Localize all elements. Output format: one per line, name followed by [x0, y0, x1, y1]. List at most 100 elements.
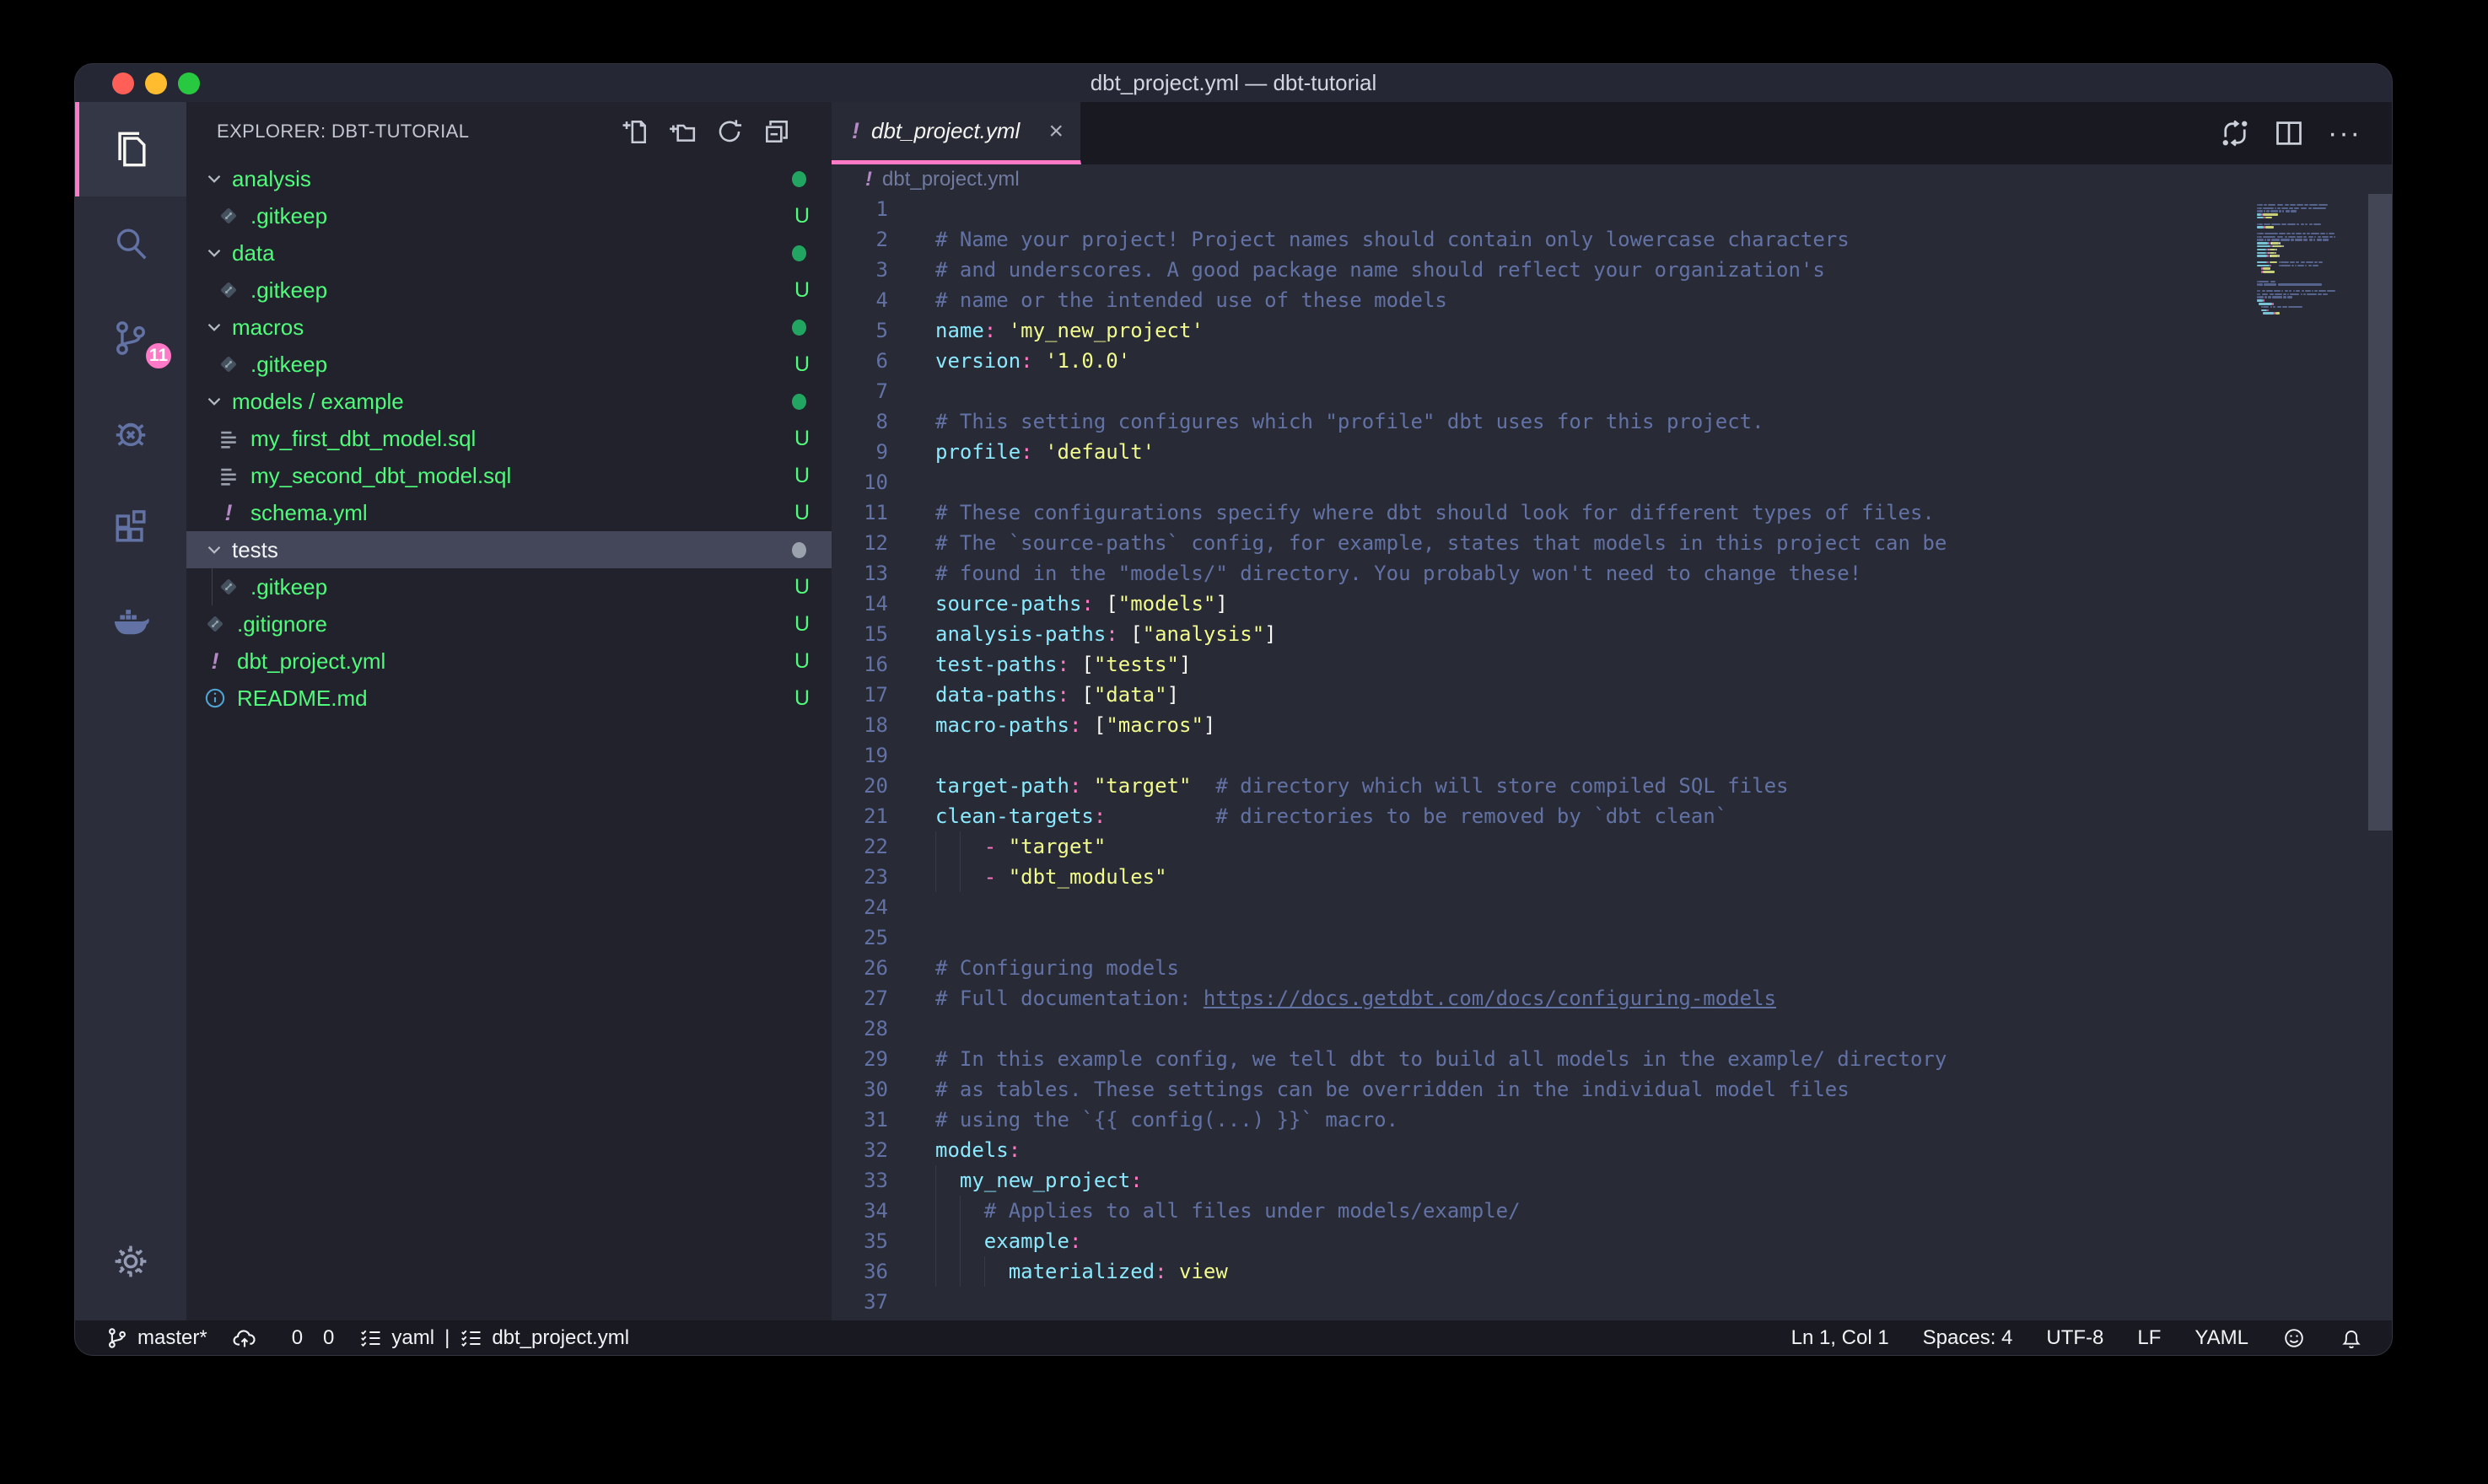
sql-file-icon: [217, 427, 240, 450]
code-line[interactable]: 26 # Configuring models: [832, 953, 2392, 983]
tree-item--gitkeep[interactable]: .gitkeepU: [186, 568, 832, 605]
tree-item--gitkeep[interactable]: .gitkeepU: [186, 197, 832, 234]
code-line[interactable]: 24: [832, 892, 2392, 922]
tree-item-readme-md[interactable]: README.mdU: [186, 680, 832, 717]
scrollbar-thumb[interactable]: [2368, 194, 2392, 831]
search-icon[interactable]: [75, 196, 186, 291]
code-line[interactable]: 22 - "target": [832, 831, 2392, 862]
docker-icon[interactable]: [75, 574, 186, 669]
line-number: 29: [832, 1044, 888, 1074]
tree-item-schema-yml[interactable]: !schema.ymlU: [186, 494, 832, 531]
code-line[interactable]: 34 # Applies to all files under models/e…: [832, 1196, 2392, 1226]
code-text: - "dbt_modules": [935, 862, 1167, 892]
tree-item--gitignore[interactable]: .gitignoreU: [186, 605, 832, 643]
code-line[interactable]: 17data-paths: ["data"]: [832, 680, 2392, 710]
code-line[interactable]: 2# Name your project! Project names shou…: [832, 224, 2392, 255]
new-folder-icon[interactable]: [668, 117, 697, 146]
tab-dbt-project-yml[interactable]: ! dbt_project.yml ×: [832, 102, 1081, 164]
line-number: 26: [832, 953, 888, 983]
line-number: 34: [832, 1196, 888, 1226]
tree-item-dbt-project-yml[interactable]: !dbt_project.ymlU: [186, 643, 832, 680]
branch-label: master*: [137, 1326, 207, 1350]
extensions-icon[interactable]: [75, 480, 186, 574]
settings-gear-icon[interactable]: [75, 1214, 186, 1309]
tab-close-icon[interactable]: ×: [1035, 117, 1064, 146]
tree-item--gitkeep[interactable]: .gitkeepU: [186, 272, 832, 309]
split-editor-icon[interactable]: [2274, 118, 2304, 148]
code-line[interactable]: 4# name or the intended use of these mod…: [832, 285, 2392, 315]
code-text: # Configuring models: [935, 953, 1179, 983]
yaml-file-icon: !: [203, 649, 227, 673]
code-line[interactable]: 21clean-targets: # directories to be rem…: [832, 801, 2392, 831]
indent-guide: [984, 1256, 985, 1287]
source-control-icon[interactable]: 11: [75, 291, 186, 385]
code-line[interactable]: 32models:: [832, 1135, 2392, 1165]
tree-item-models-example[interactable]: models / example: [186, 383, 832, 420]
code-line[interactable]: 11# These configurations specify where d…: [832, 497, 2392, 528]
code-line[interactable]: 15analysis-paths: ["analysis"]: [832, 619, 2392, 649]
indent-guide: [935, 862, 936, 892]
feedback-smiley-icon[interactable]: [2282, 1326, 2306, 1350]
tree-item-analysis[interactable]: analysis: [186, 160, 832, 197]
code-line[interactable]: 16test-paths: ["tests"]: [832, 649, 2392, 680]
code-line[interactable]: 20target-path: "target" # directory whic…: [832, 771, 2392, 801]
tree-item-data[interactable]: data: [186, 234, 832, 272]
yaml-language-status[interactable]: yaml: [359, 1326, 434, 1350]
tree-item--gitkeep[interactable]: .gitkeepU: [186, 346, 832, 383]
code-line[interactable]: 36 materialized: view: [832, 1256, 2392, 1287]
code-line[interactable]: 10: [832, 467, 2392, 497]
sync-changes-button[interactable]: [233, 1326, 256, 1350]
line-number: 17: [832, 680, 888, 710]
problems-status[interactable]: 0 0: [282, 1326, 335, 1350]
code-line[interactable]: 9profile: 'default': [832, 437, 2392, 467]
encoding-setting[interactable]: UTF-8: [2046, 1326, 2103, 1350]
code-line[interactable]: 23 - "dbt_modules": [832, 862, 2392, 892]
file-task-status[interactable]: dbt_project.yml: [460, 1326, 629, 1350]
run-debug-icon[interactable]: [75, 385, 186, 480]
code-line[interactable]: 27# Full documentation: https://docs.get…: [832, 983, 2392, 1014]
code-line[interactable]: 35 example:: [832, 1226, 2392, 1256]
code-line[interactable]: 18macro-paths: ["macros"]: [832, 710, 2392, 740]
code-line[interactable]: 14source-paths: ["models"]: [832, 589, 2392, 619]
code-line[interactable]: 31# using the `{{ config(...) }}` macro.: [832, 1105, 2392, 1135]
code-text: materialized: view: [935, 1256, 1228, 1287]
collapse-folders-icon[interactable]: [762, 117, 791, 146]
tree-item-tests[interactable]: tests: [186, 531, 832, 568]
explorer-icon[interactable]: [75, 102, 186, 196]
more-actions-icon[interactable]: ···: [2328, 117, 2361, 150]
code-line[interactable]: 6version: '1.0.0': [832, 346, 2392, 376]
code-line[interactable]: 3# and underscores. A good package name …: [832, 255, 2392, 285]
chevron-down-icon: [203, 390, 225, 412]
code-line[interactable]: 1: [832, 194, 2392, 224]
git-branch-status[interactable]: master*: [105, 1326, 207, 1350]
tree-item-my-second-dbt-model-sql[interactable]: my_second_dbt_model.sqlU: [186, 457, 832, 494]
code-line[interactable]: 25: [832, 922, 2392, 953]
language-mode[interactable]: YAML: [2195, 1326, 2248, 1350]
code-line[interactable]: 30# as tables. These settings can be ove…: [832, 1074, 2392, 1105]
notifications-bell-icon[interactable]: [2340, 1326, 2363, 1350]
code-line[interactable]: 28: [832, 1014, 2392, 1044]
code-line[interactable]: 12# The `source-paths` config, for examp…: [832, 528, 2392, 558]
code-line[interactable]: 29# In this example config, we tell dbt …: [832, 1044, 2392, 1074]
indentation-setting[interactable]: Spaces: 4: [1923, 1326, 2013, 1350]
code-line[interactable]: 33 my_new_project:: [832, 1165, 2392, 1196]
code-line[interactable]: 5name: 'my_new_project': [832, 315, 2392, 346]
refresh-icon[interactable]: [715, 117, 744, 146]
new-file-icon[interactable]: [621, 117, 649, 146]
code-line[interactable]: 7: [832, 376, 2392, 406]
eol-setting[interactable]: LF: [2137, 1326, 2161, 1350]
code-text: version: '1.0.0': [935, 346, 1130, 376]
folder-changes-dot: [792, 245, 806, 261]
code-line[interactable]: 8# This setting configures which "profil…: [832, 406, 2392, 437]
open-changes-icon[interactable]: [2220, 118, 2250, 148]
code-text: target-path: "target" # directory which …: [935, 771, 1788, 801]
tree-item-macros[interactable]: macros: [186, 309, 832, 346]
tree-item-my-first-dbt-model-sql[interactable]: my_first_dbt_model.sqlU: [186, 420, 832, 457]
window-title: dbt_project.yml — dbt-tutorial: [75, 70, 2392, 96]
cursor-position[interactable]: Ln 1, Col 1: [1791, 1326, 1889, 1350]
code-line[interactable]: 19: [832, 740, 2392, 771]
breadcrumb[interactable]: ! dbt_project.yml: [832, 164, 2392, 194]
code-line[interactable]: 37: [832, 1287, 2392, 1317]
code-area[interactable]: 12# Name your project! Project names sho…: [832, 194, 2392, 1320]
code-line[interactable]: 13# found in the "models/" directory. Yo…: [832, 558, 2392, 589]
